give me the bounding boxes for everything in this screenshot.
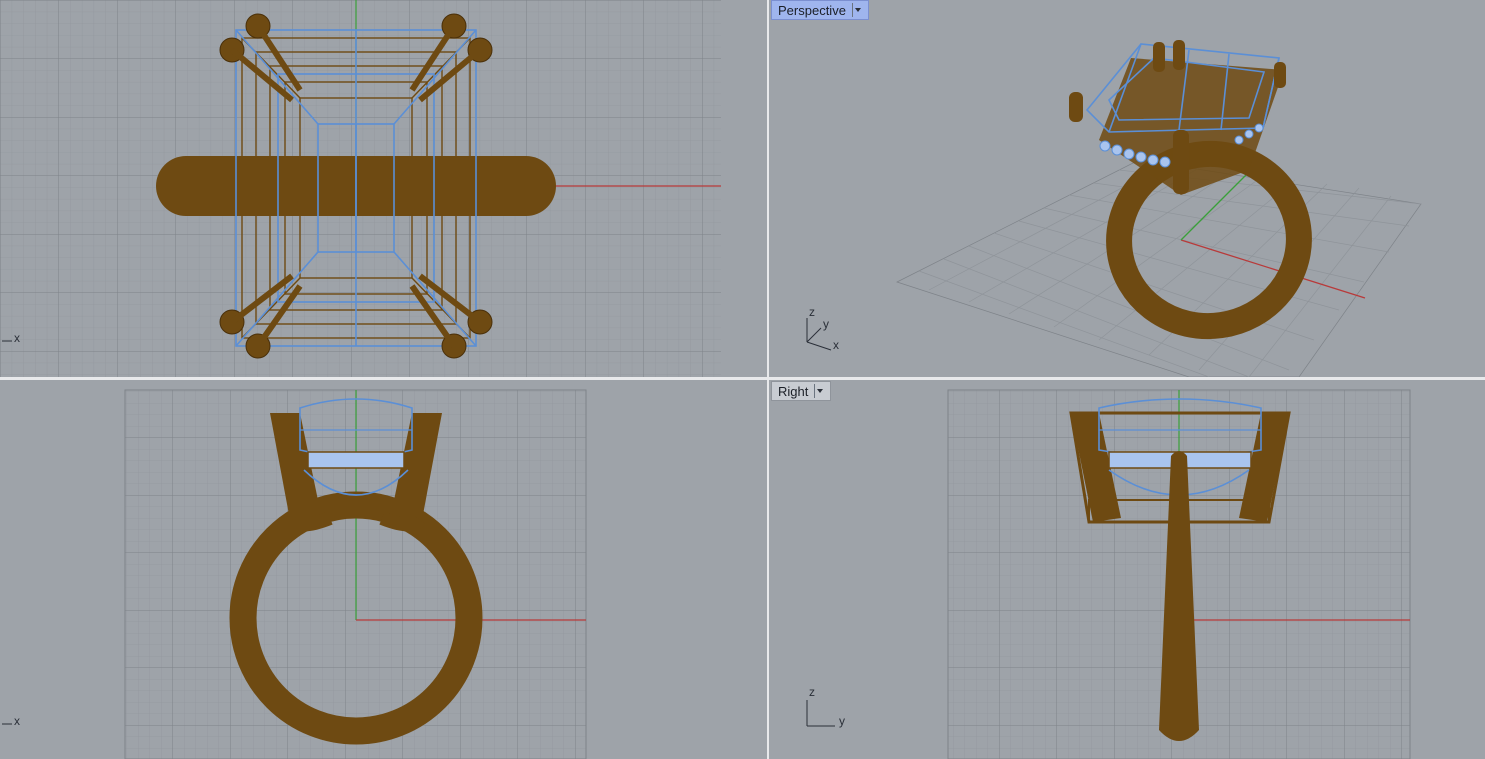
- axis-x-label: x: [833, 338, 839, 352]
- viewport-right[interactable]: z y Right: [769, 380, 1485, 759]
- chevron-down-icon[interactable]: [851, 3, 862, 17]
- chevron-down-icon[interactable]: [814, 384, 824, 398]
- viewport-title-text: Right: [778, 383, 809, 399]
- grid-perspective: [896, 159, 1422, 377]
- perspective-view-canvas: x y z: [806, 40, 1422, 377]
- right-view-canvas: z y: [806, 389, 1411, 759]
- axis-gizmo-y: [806, 327, 822, 343]
- viewport-title-right[interactable]: Right: [771, 381, 832, 401]
- top-view-canvas: x: [0, 0, 721, 377]
- axis-x-label: x: [14, 714, 20, 728]
- viewport-perspective[interactable]: x y z Perspective: [769, 0, 1485, 377]
- axis-z-label: z: [809, 685, 815, 699]
- axis-y-label: y: [839, 714, 845, 728]
- front-view-canvas: x: [2, 389, 587, 759]
- viewport-top[interactable]: x: [0, 0, 767, 377]
- viewport-front[interactable]: x: [0, 380, 767, 759]
- axis-y-label: y: [823, 317, 829, 331]
- axis-x-label: x: [14, 331, 20, 345]
- viewport-title-text: Perspective: [778, 2, 846, 18]
- viewport-title-perspective[interactable]: Perspective: [771, 0, 869, 20]
- axis-gizmo-x: [806, 341, 832, 351]
- axis-z-label: z: [809, 305, 815, 319]
